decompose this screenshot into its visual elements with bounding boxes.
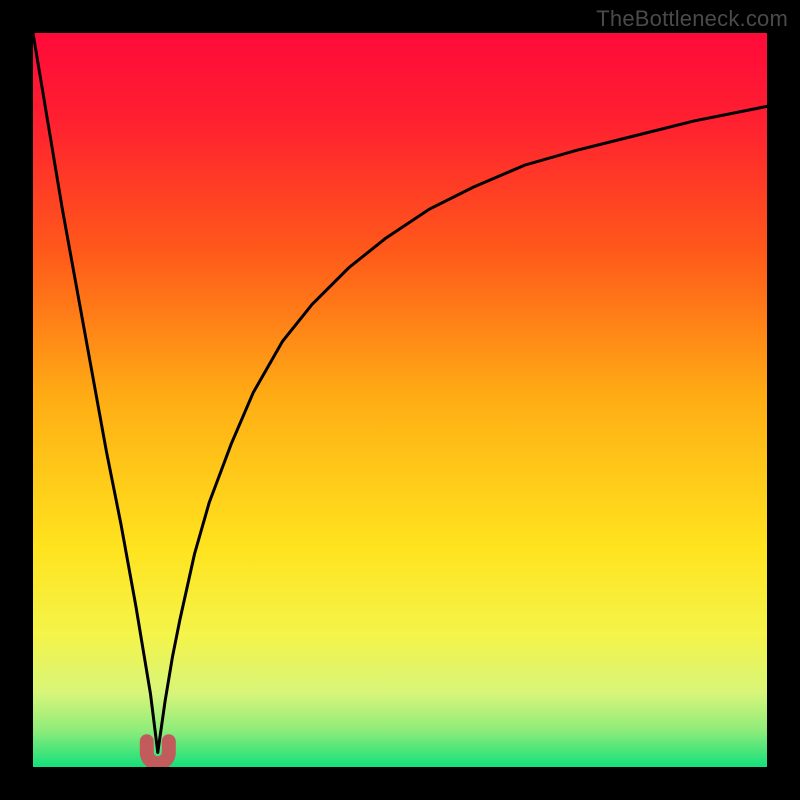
watermark-text: TheBottleneck.com: [596, 6, 788, 32]
bottleneck-chart: [33, 33, 767, 767]
chart-frame: TheBottleneck.com: [0, 0, 800, 800]
plot-area: [33, 33, 767, 767]
